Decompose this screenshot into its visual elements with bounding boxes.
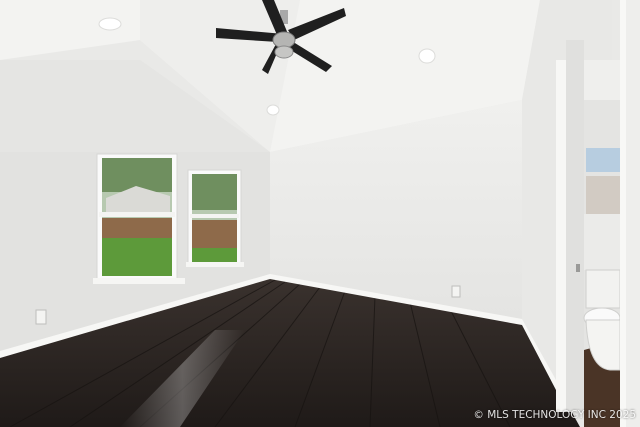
recessed-light (266, 104, 280, 116)
room-photo: © MLS TECHNOLOGY INC 2025 (0, 0, 640, 427)
recessed-light (418, 48, 436, 64)
room-illustration (0, 0, 640, 427)
window-right (186, 169, 244, 267)
window-left (93, 153, 185, 284)
wall-outlet (35, 309, 47, 325)
watermark-text: © MLS TECHNOLOGY INC 2025 (473, 409, 636, 421)
bathroom-doorway (556, 0, 640, 427)
wall-outlet (451, 285, 461, 298)
recessed-light (98, 17, 122, 31)
